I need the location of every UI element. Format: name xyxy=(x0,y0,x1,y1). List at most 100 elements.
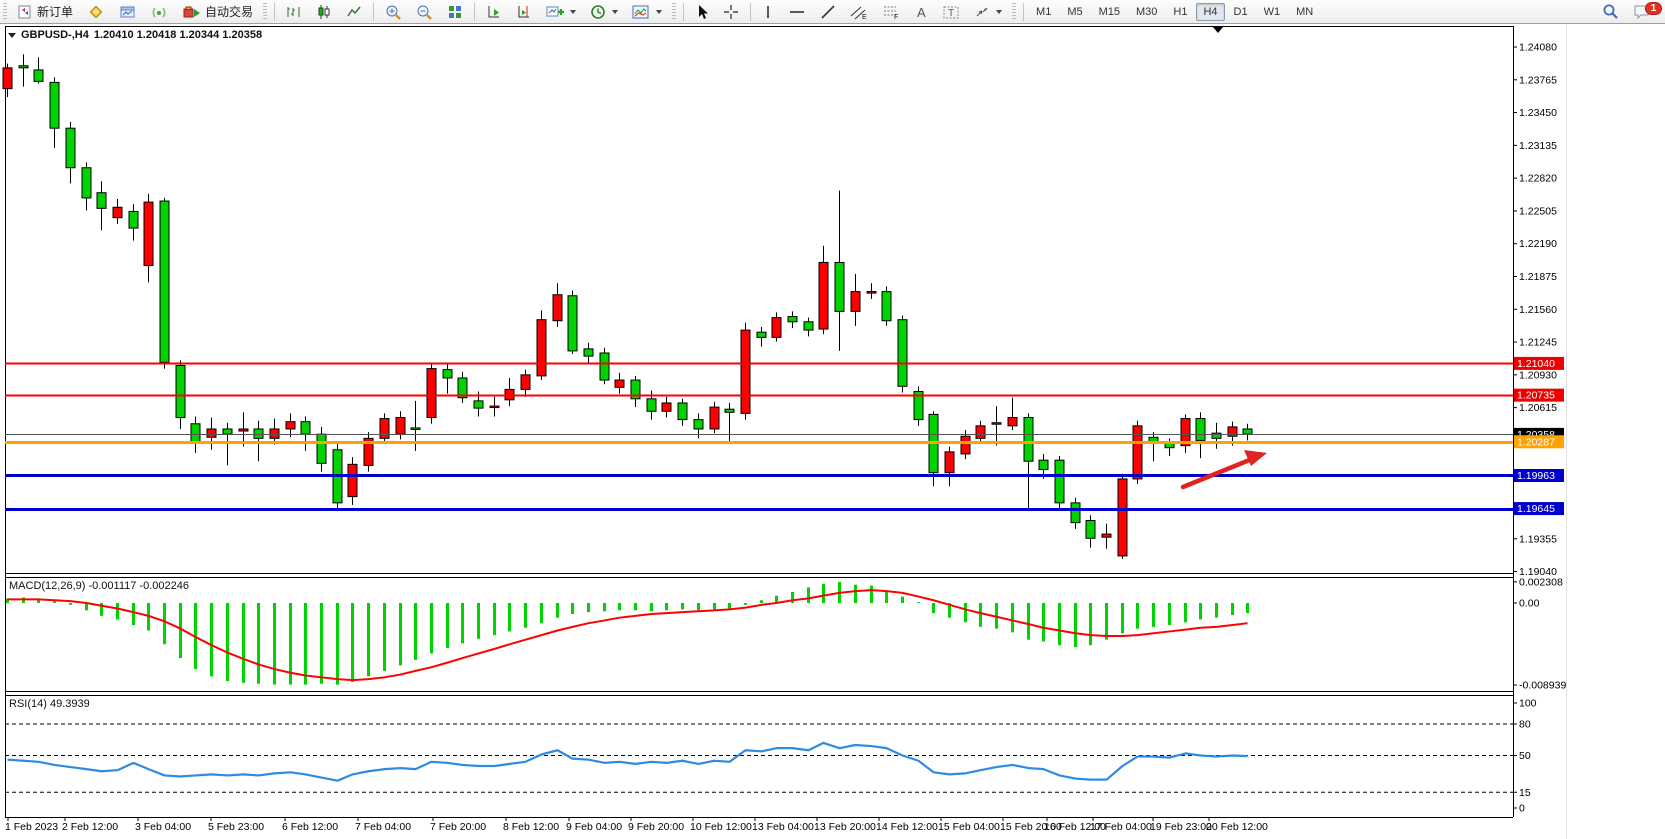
chart-canvas[interactable]: 1.240801.237651.234501.231351.228201.225… xyxy=(0,0,1665,839)
arrows-icon xyxy=(974,4,990,20)
cursor-tool-button[interactable] xyxy=(689,0,715,23)
zoom-in-button[interactable] xyxy=(379,0,408,23)
trendline-tool-button[interactable] xyxy=(814,0,842,23)
candle-body xyxy=(97,193,106,209)
candle-body xyxy=(82,168,91,198)
chevron-down-icon xyxy=(996,10,1002,14)
zoom-in-icon xyxy=(385,4,402,20)
candle-body xyxy=(317,434,326,463)
new-order-label: 新订单 xyxy=(37,3,73,20)
timeframe-h1-button[interactable]: H1 xyxy=(1166,3,1194,21)
candle-body xyxy=(741,330,750,413)
autotrading-label: 自动交易 xyxy=(205,3,253,20)
separator xyxy=(683,3,684,21)
new-order-icon xyxy=(17,4,33,20)
candle-body xyxy=(286,422,295,429)
toolbar-grip[interactable] xyxy=(263,3,267,21)
chevron-down-icon xyxy=(656,10,662,14)
candle-body xyxy=(976,426,985,438)
fibonacci-icon: F xyxy=(882,4,900,20)
rsi-indicator-label: RSI(14) 49.3939 xyxy=(9,698,90,710)
timeframe-m1-button[interactable]: M1 xyxy=(1029,3,1058,21)
candle-body xyxy=(882,292,891,321)
candle-body xyxy=(1243,429,1252,434)
fibonacci-tool-button[interactable]: F xyxy=(876,0,906,23)
candle-body xyxy=(867,292,876,294)
candle-body xyxy=(1196,419,1205,441)
signals-button[interactable] xyxy=(145,0,175,23)
candle-body xyxy=(144,202,153,265)
symbol-dropdown-icon[interactable] xyxy=(8,33,16,38)
line-chart-button[interactable] xyxy=(340,0,368,23)
horizontal-line-tool-button[interactable] xyxy=(782,0,812,23)
text-label-icon: T xyxy=(942,4,960,20)
market-depth-button[interactable] xyxy=(81,0,111,23)
auto-scroll-button[interactable] xyxy=(480,0,508,23)
candle-body xyxy=(1133,426,1142,479)
candle-body xyxy=(835,262,844,311)
timeframe-mn-button[interactable]: MN xyxy=(1289,3,1320,21)
chart-window-icon xyxy=(119,4,137,20)
arrows-tool-button[interactable] xyxy=(968,0,1008,23)
symbol-label: GBPUSD-,H4 xyxy=(21,29,89,41)
candle-body xyxy=(1071,503,1080,523)
channel-tool-button[interactable]: E xyxy=(844,0,874,23)
text-tool-button[interactable]: A xyxy=(908,0,934,23)
zoom-out-button[interactable] xyxy=(410,0,439,23)
candle-body xyxy=(647,399,656,411)
toolbar-grip[interactable] xyxy=(1012,3,1016,21)
price-axis[interactable] xyxy=(1514,26,1566,817)
new-order-button[interactable]: 新订单 xyxy=(11,0,79,23)
ohlc-values: 1.20410 1.20418 1.20344 1.20358 xyxy=(94,29,262,41)
separator xyxy=(373,3,374,21)
chevron-down-icon xyxy=(612,10,618,14)
fibo-letter: F xyxy=(894,14,898,20)
new-chart-button[interactable] xyxy=(540,0,582,23)
signal-icon xyxy=(151,4,169,20)
candle-body xyxy=(1055,460,1064,503)
tile-windows-button[interactable] xyxy=(441,0,469,23)
macd-indicator-label: MACD(12,26,9) -0.001117 -0.002246 xyxy=(9,580,189,592)
candle-body xyxy=(819,262,828,329)
candle-body xyxy=(348,464,357,496)
vertical-line-tool-button[interactable] xyxy=(756,0,780,23)
timeframe-d1-button[interactable]: D1 xyxy=(1227,3,1255,21)
crosshair-tool-button[interactable] xyxy=(717,0,745,23)
candle-body xyxy=(1086,521,1095,539)
periods-button[interactable] xyxy=(584,0,624,23)
candle-body xyxy=(66,128,75,168)
separator xyxy=(750,3,751,21)
line-chart-icon xyxy=(346,4,362,20)
crosshair-icon xyxy=(723,4,739,20)
toolbar-grip[interactable] xyxy=(672,3,676,21)
search-button[interactable] xyxy=(1596,0,1625,23)
candle-body xyxy=(772,318,781,338)
candle-body xyxy=(992,423,1001,425)
bar-chart-button[interactable] xyxy=(280,0,308,23)
chart-background xyxy=(0,23,1665,839)
chart-shift-button[interactable] xyxy=(510,0,538,23)
timeframe-m15-button[interactable]: M15 xyxy=(1092,3,1127,21)
label-tool-button[interactable]: T xyxy=(936,0,966,23)
candle-body xyxy=(678,403,687,420)
candle-body xyxy=(223,429,232,434)
templates-button[interactable] xyxy=(626,0,668,23)
charts-window-button[interactable] xyxy=(113,0,143,23)
timeframe-h4-button[interactable]: H4 xyxy=(1196,3,1224,21)
search-icon xyxy=(1602,3,1619,20)
candle-body xyxy=(757,332,766,337)
notification-badge[interactable]: 1 xyxy=(1645,2,1662,15)
candle-body xyxy=(568,296,577,351)
timeframe-w1-button[interactable]: W1 xyxy=(1257,3,1288,21)
notifications-button[interactable]: 1 xyxy=(1627,0,1657,23)
text-letter: A xyxy=(917,5,926,20)
autotrading-button[interactable]: 自动交易 xyxy=(177,0,259,23)
timeframe-m5-button[interactable]: M5 xyxy=(1060,3,1089,21)
new-chart-icon xyxy=(546,4,564,20)
candle-body xyxy=(788,317,797,322)
toolbar-grip[interactable] xyxy=(3,3,7,21)
date-axis[interactable] xyxy=(5,817,1513,835)
candlestick-chart-button[interactable] xyxy=(310,0,338,23)
zoom-out-icon xyxy=(416,4,433,20)
timeframe-m30-button[interactable]: M30 xyxy=(1129,3,1164,21)
